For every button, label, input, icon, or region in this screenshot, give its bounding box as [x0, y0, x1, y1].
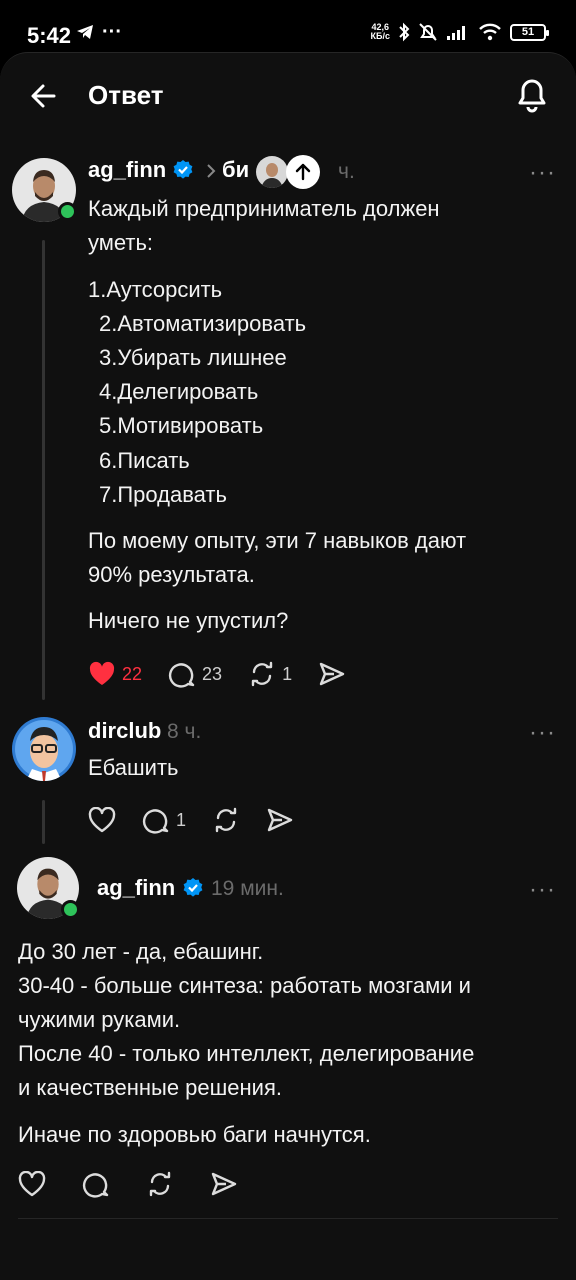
heart-icon	[18, 1171, 46, 1197]
post-actions: 22 23 1	[88, 660, 372, 688]
more-notifications-icon: ···	[102, 21, 122, 43]
post-actions: 1	[88, 806, 320, 834]
comment-button[interactable]	[82, 1170, 110, 1198]
avatar-cartoon	[12, 717, 76, 781]
reply-target-name[interactable]: би	[222, 157, 249, 183]
post-text-line: После 40 - только интеллект, делегирован…	[18, 1041, 475, 1066]
reply-target-avatar	[256, 156, 288, 188]
repost-button[interactable]	[212, 806, 240, 834]
more-options-button[interactable]: ···	[529, 161, 556, 185]
like-button[interactable]	[88, 807, 116, 833]
comment-button[interactable]: 23	[168, 660, 222, 688]
more-options-button[interactable]: ···	[529, 878, 556, 902]
post-text-line: и качественные решения.	[18, 1075, 282, 1100]
post-text-line: До 30 лет - да, ебашинг.	[18, 939, 264, 964]
scroll-up-button[interactable]	[286, 155, 320, 189]
author-avatar[interactable]	[12, 717, 76, 781]
list-item: 2.Автоматизировать	[99, 311, 307, 336]
like-button[interactable]	[18, 1171, 46, 1197]
online-status-dot	[61, 900, 80, 919]
post-text-line: уметь:	[88, 230, 154, 255]
verified-badge-icon	[183, 878, 203, 897]
verified-badge-icon	[173, 160, 193, 179]
comment-button[interactable]: 1	[142, 806, 186, 834]
list-item: 1.Аутсорсить	[88, 277, 223, 302]
send-icon	[319, 662, 345, 686]
list-item: 4.Делегировать	[99, 379, 259, 404]
comment-icon	[82, 1173, 109, 1198]
battery-indicator: 51	[510, 23, 549, 41]
post-time: 8 ч.	[167, 720, 202, 743]
list-item: 3.Убирать лишнее	[99, 345, 287, 370]
battery-level: 51	[521, 26, 535, 38]
heart-filled-icon	[89, 661, 115, 685]
author-name[interactable]: ag_finn	[88, 157, 166, 183]
post-text: До 30 лет - да, ебашинг. 30-40 - больше …	[18, 935, 474, 1105]
post-text: По моему опыту, эти 7 навыков дают 90% р…	[88, 524, 466, 592]
post-text: Ничего не упустил?	[88, 608, 289, 633]
post-text: Ебашить	[88, 755, 179, 780]
post-text-line: 30-40 - больше синтеза: работать мозгами…	[18, 973, 471, 998]
network-speed: 42,6 КБ/с	[371, 23, 390, 41]
share-button[interactable]	[318, 661, 346, 687]
send-icon	[267, 808, 293, 832]
post-text-line: По моему опыту, эти 7 навыков дают	[88, 528, 467, 553]
post-actions	[18, 1170, 264, 1198]
post-text: Иначе по здоровью баги начнутся.	[18, 1122, 371, 1147]
repost-icon	[149, 1171, 171, 1197]
bell-icon	[518, 79, 546, 113]
chevron-right-icon	[207, 164, 216, 178]
repost-icon	[251, 661, 273, 687]
repost-button[interactable]: 1	[248, 660, 292, 688]
repost-button[interactable]	[146, 1170, 174, 1198]
page-title: Ответ	[88, 80, 164, 110]
post-text: Каждый предприниматель должен уметь:	[88, 192, 440, 260]
like-button[interactable]: 22	[88, 661, 142, 687]
post-text-line: чужими руками.	[18, 1007, 181, 1032]
status-time: 5:42	[27, 23, 72, 48]
post-text-line: 90% результата.	[88, 562, 255, 587]
post-text-line: Каждый предприниматель должен	[88, 196, 440, 221]
heart-icon	[88, 807, 116, 833]
comment-icon	[168, 663, 195, 688]
back-button[interactable]	[26, 78, 62, 114]
wifi-icon	[479, 23, 501, 41]
author-name[interactable]: dirclub	[88, 718, 161, 744]
list-item: 7.Продавать	[99, 482, 227, 507]
divider	[18, 1218, 558, 1219]
comment-icon	[142, 809, 169, 834]
repost-count: 1	[282, 663, 293, 684]
comment-count: 1	[176, 809, 187, 830]
thread-line	[42, 800, 45, 844]
share-button[interactable]	[266, 807, 294, 833]
signal-icon	[447, 26, 465, 40]
arrow-up-icon	[295, 163, 311, 181]
author-name[interactable]: ag_finn	[97, 875, 175, 901]
post-time: ч.	[338, 160, 355, 183]
top-bar: Ответ	[0, 66, 576, 126]
notifications-button[interactable]	[512, 74, 552, 114]
post-time: 19 мин.	[211, 877, 284, 900]
mute-bell-icon	[419, 23, 437, 41]
repost-icon	[215, 807, 237, 833]
list-item: 5.Мотивировать	[99, 413, 264, 438]
arrow-left-icon	[31, 84, 56, 108]
network-speed-unit: КБ/с	[370, 31, 390, 41]
telegram-icon	[77, 25, 93, 39]
list-item: 6.Писать	[99, 448, 190, 473]
bluetooth-icon	[399, 22, 410, 42]
like-count: 22	[122, 663, 143, 684]
share-button[interactable]	[210, 1171, 238, 1197]
online-status-dot	[58, 202, 77, 221]
thread-line	[42, 240, 45, 700]
comment-count: 23	[202, 663, 223, 684]
send-icon	[211, 1172, 237, 1196]
more-options-button[interactable]: ···	[529, 721, 556, 745]
